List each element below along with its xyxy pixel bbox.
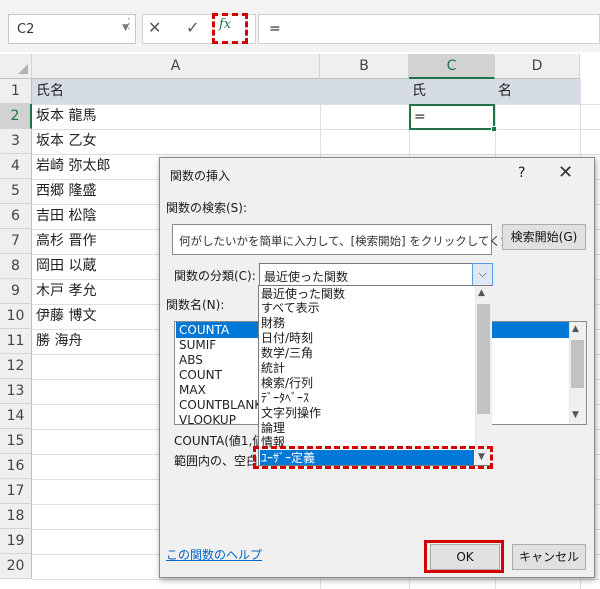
row-header[interactable]: 10	[0, 304, 32, 329]
function-item[interactable]: ABS	[179, 353, 203, 368]
user-defined-option-highlight	[253, 446, 493, 469]
cancel-entry-icon[interactable]: ✕	[148, 18, 161, 37]
cell-name[interactable]: 西郷 隆盛	[36, 179, 96, 203]
row-header[interactable]: 14	[0, 404, 32, 429]
row-header[interactable]: 6	[0, 204, 32, 229]
fill-handle[interactable]	[491, 126, 497, 132]
scroll-up-icon[interactable]: ▲	[478, 288, 485, 298]
help-icon[interactable]: ?	[518, 165, 525, 181]
formula-input[interactable]: =	[258, 14, 600, 44]
row-header[interactable]: 12	[0, 354, 32, 379]
grid-line	[32, 104, 600, 105]
cell-name[interactable]: 木戸 孝允	[36, 279, 96, 303]
row-header[interactable]: 2	[0, 104, 32, 129]
confirm-entry-icon[interactable]: ✓	[186, 18, 199, 37]
row-header[interactable]: 7	[0, 229, 32, 254]
column-header-a[interactable]: A	[32, 54, 320, 79]
function-name-label: 関数名(N):	[166, 298, 225, 312]
row-header[interactable]: 4	[0, 154, 32, 179]
function-item[interactable]: VLOOKUP	[179, 413, 236, 428]
category-option[interactable]: 財務	[261, 316, 285, 330]
active-cell-c2[interactable]: =	[409, 104, 495, 130]
cell-c1[interactable]: 氏	[412, 79, 426, 103]
name-box[interactable]: C2 ▼	[8, 14, 136, 44]
row-header[interactable]: 5	[0, 179, 32, 204]
dialog-title: 関数の挿入	[170, 169, 231, 183]
column-header-d[interactable]: D	[495, 54, 580, 79]
function-syntax: COUNTA(値1,値	[174, 434, 265, 448]
scroll-up-icon[interactable]: ▲	[572, 324, 579, 334]
scroll-down-icon[interactable]: ▼	[572, 410, 579, 420]
function-search-input[interactable]: 何がしたいかを簡単に入力して、[検索開始] をクリックしてください。	[172, 224, 547, 255]
grid-line	[32, 579, 600, 580]
category-label: 関数の分類(C):	[174, 269, 256, 283]
category-option[interactable]: 統計	[261, 361, 285, 375]
row-header[interactable]: 1	[0, 79, 32, 104]
row-header[interactable]: 20	[0, 554, 32, 579]
cell-name[interactable]: 高杉 晋作	[36, 229, 96, 253]
grid-line	[32, 129, 600, 130]
row-header[interactable]: 8	[0, 254, 32, 279]
row-header[interactable]: 13	[0, 379, 32, 404]
cell-d1[interactable]: 名	[498, 79, 512, 103]
cell-name[interactable]: 岩崎 弥太郎	[36, 154, 110, 178]
column-header-b[interactable]: B	[320, 54, 409, 79]
category-option[interactable]: 数学/三角	[261, 346, 313, 360]
row-header[interactable]: 18	[0, 504, 32, 529]
row-header[interactable]: 9	[0, 279, 32, 304]
category-option[interactable]: 文字列操作	[261, 406, 321, 420]
category-option[interactable]: ﾃﾞｰﾀﾍﾞｰｽ	[261, 391, 309, 405]
cell-name[interactable]: 岡田 以蔵	[36, 254, 96, 278]
function-item[interactable]: COUNT	[179, 368, 222, 383]
search-start-button[interactable]: 検索開始(G)	[502, 224, 586, 250]
category-option[interactable]: 論理	[261, 421, 285, 435]
function-item[interactable]: MAX	[179, 383, 206, 398]
category-select[interactable]: 最近使った関数	[259, 263, 493, 286]
insert-function-highlight	[212, 13, 248, 44]
function-help-link[interactable]: この関数のヘルプ	[166, 546, 262, 563]
category-select-value: 最近使った関数	[264, 270, 349, 284]
select-all-triangle-icon	[18, 64, 28, 74]
category-option[interactable]: 日付/時刻	[261, 331, 313, 345]
column-header-c[interactable]: C	[409, 54, 495, 79]
function-item-selected[interactable]: COUNTA	[179, 323, 229, 338]
grid-line	[32, 154, 600, 155]
function-item[interactable]: SUMIF	[179, 338, 216, 353]
cell-name[interactable]: 吉田 松陰	[36, 204, 96, 228]
cell-a1[interactable]: 氏名	[36, 79, 64, 103]
search-label: 関数の検索(S):	[166, 201, 248, 215]
close-icon[interactable]: ✕	[558, 162, 573, 183]
row-header[interactable]: 3	[0, 129, 32, 154]
cell-name[interactable]: 坂本 龍馬	[36, 104, 96, 128]
more-options-icon: ⋮	[122, 16, 136, 32]
function-item[interactable]: COUNTBLANK	[179, 398, 262, 413]
active-cell-value: =	[414, 109, 426, 125]
function-search-text: 何がしたいかを簡単に入力して、[検索開始] をクリックしてください。	[179, 234, 547, 248]
category-option[interactable]: 最近使った関数	[261, 287, 345, 301]
category-option[interactable]: すべて表示	[261, 301, 320, 315]
row-header[interactable]: 16	[0, 454, 32, 479]
name-box-value: C2	[17, 22, 35, 37]
scrollbar-thumb[interactable]	[477, 304, 490, 414]
chevron-down-icon[interactable]: ⌵	[472, 263, 493, 286]
formula-text: =	[269, 21, 281, 37]
row-header[interactable]: 19	[0, 529, 32, 554]
row-header[interactable]: 15	[0, 429, 32, 454]
ok-button-highlight	[424, 540, 504, 573]
cancel-button[interactable]: キャンセル	[512, 544, 586, 570]
row-header[interactable]: 17	[0, 479, 32, 504]
cell-name[interactable]: 坂本 乙女	[36, 129, 96, 153]
cell-name[interactable]: 勝 海舟	[36, 329, 82, 353]
row-header[interactable]: 11	[0, 329, 32, 354]
category-option[interactable]: 検索/行列	[261, 376, 313, 390]
category-dropdown-list[interactable]: 最近使った関数 すべて表示 財務 日付/時刻 数学/三角 統計 検索/行列 ﾃﾞ…	[258, 285, 492, 466]
cell-name[interactable]: 伊藤 博文	[36, 304, 96, 328]
scrollbar-thumb[interactable]	[571, 340, 584, 388]
